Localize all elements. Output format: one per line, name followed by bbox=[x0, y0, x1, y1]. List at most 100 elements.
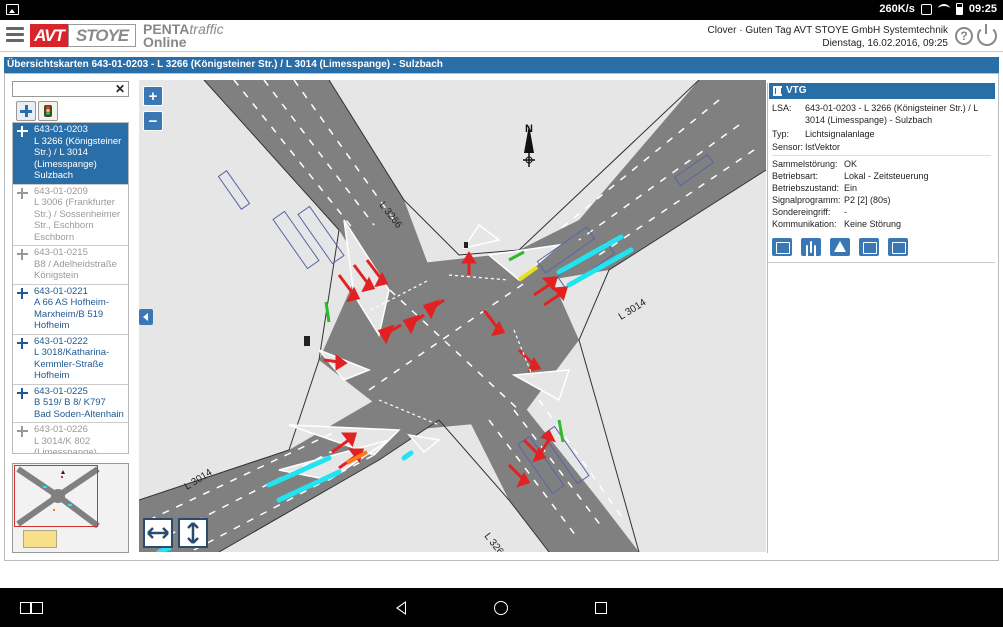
info-row: Signalprogramm: P2 [2] (80s) bbox=[768, 194, 995, 206]
controller-icon bbox=[773, 86, 782, 96]
fit-width-button[interactable] bbox=[143, 518, 173, 548]
site-id: 643-01-0221 bbox=[34, 285, 88, 297]
collapse-sidebar-button[interactable] bbox=[139, 309, 153, 325]
gallery-notification-icon bbox=[6, 4, 19, 15]
info-separator bbox=[772, 155, 991, 156]
site-description-line: Sulzbach bbox=[34, 170, 74, 181]
greeting-user: Clover · Guten Tag AVT STOYE GmbH System… bbox=[707, 25, 948, 36]
app-header: AVT STOYE PENTAtraffic Online Clover · G… bbox=[0, 20, 1003, 52]
overview-icon[interactable] bbox=[595, 602, 607, 614]
greeting: Clover · Guten Tag AVT STOYE GmbH System… bbox=[708, 24, 948, 50]
list-item[interactable]: 643-01-0226 L 3014/K 802 (Limesspange) bbox=[13, 423, 128, 453]
vertical-arrows-icon bbox=[187, 522, 199, 544]
site-description-line: B8 / Adelheidstraße bbox=[34, 258, 117, 270]
site-id: 643-01-0209 bbox=[34, 185, 88, 197]
hamburger-menu-icon[interactable] bbox=[6, 27, 24, 43]
intersection-icon bbox=[17, 249, 28, 260]
legend-card bbox=[23, 530, 57, 548]
back-icon[interactable] bbox=[396, 601, 406, 615]
site-description-line: L 3014/K 802 bbox=[34, 435, 91, 447]
site-description-line: Bad Soden-Altenhain bbox=[34, 408, 124, 420]
logo-stoye: STOYE bbox=[68, 24, 136, 47]
info-row-label: Betriebsart: bbox=[772, 171, 819, 181]
site-id: 643-01-0203 bbox=[34, 124, 88, 135]
site-description-line: Königstein bbox=[34, 270, 79, 281]
signal-plan-button[interactable] bbox=[801, 238, 821, 256]
info-row-value: Lokal - Zeitsteuerung bbox=[844, 171, 929, 181]
greeting-date: Dienstag, 16.02.2016, 09:25 bbox=[822, 38, 948, 49]
overview-minimap[interactable] bbox=[12, 463, 129, 553]
wifi-icon bbox=[937, 4, 950, 14]
site-description-line: Str.) / L 3014 bbox=[34, 147, 89, 158]
list-item[interactable]: 643-01-0209 L 3006 (Frankfurter Str.) / So… bbox=[13, 185, 128, 246]
product-traffic: traffic bbox=[189, 21, 224, 37]
list-item[interactable]: 643-01-0221 A 66 AS Hofheim- Marxheim/B 51… bbox=[13, 285, 128, 335]
network-speed: 260K/s bbox=[879, 3, 915, 15]
list-item[interactable]: 643-01-0203 L 3266 (Königsteiner Str.) / L… bbox=[13, 123, 128, 185]
info-header: VTG bbox=[769, 83, 995, 99]
data-saver-icon bbox=[920, 3, 932, 15]
logo-avt: AVT bbox=[30, 24, 68, 47]
site-description-line: Marxheim/B 519 bbox=[34, 308, 104, 320]
intersection-map[interactable]: N L 3266 L 3014 L 3014 L 3266 + − bbox=[139, 80, 766, 552]
info-row: Betriebsart: Lokal - Zeitsteuerung bbox=[768, 170, 995, 182]
site-id: 643-01-0222 bbox=[34, 335, 88, 347]
android-nav-bar bbox=[0, 588, 1003, 627]
search-input[interactable]: ✕ bbox=[12, 81, 129, 97]
product-online: Online bbox=[143, 34, 187, 50]
site-description-line: A 66 AS Hofheim- bbox=[34, 297, 109, 308]
power-logout-icon[interactable] bbox=[977, 24, 997, 46]
traffic-light-filter-button[interactable] bbox=[38, 101, 58, 121]
info-row: Sondereingriff: - bbox=[768, 206, 995, 218]
info-row: Betriebszustand: Ein bbox=[768, 182, 995, 194]
intersection-filter-button[interactable] bbox=[16, 101, 36, 121]
list-item[interactable]: 643-01-0225 B 519/ B 8/ K797 Bad Soden-Alt… bbox=[13, 385, 128, 423]
info-title: VTG bbox=[786, 85, 807, 96]
split-screen-icon[interactable] bbox=[20, 602, 43, 614]
sidebar: ✕ 643-01-0203 L 3266 (Königsteiner Str.) /… bbox=[8, 80, 132, 556]
info-sensor: Sensor: IstVektor bbox=[768, 141, 995, 153]
site-description-line: L 3266 (Königsteiner bbox=[34, 135, 122, 147]
info-lsa: LSA: 643-01-0203 - L 3266 (Königsteiner … bbox=[768, 102, 995, 126]
sidebar-toolbar bbox=[16, 101, 58, 121]
info-typ: Typ: Lichtsignalanlage bbox=[768, 128, 995, 140]
site-description-line: L 3018/Katharina- bbox=[34, 347, 110, 358]
site-description-line: Str.) / Sossenheimer bbox=[34, 208, 121, 220]
fit-height-button[interactable] bbox=[178, 518, 208, 548]
zoom-out-button[interactable]: − bbox=[143, 111, 163, 131]
info-divider bbox=[768, 262, 995, 263]
site-id: 643-01-0215 bbox=[34, 247, 88, 258]
site-description-line: Eschborn bbox=[34, 231, 75, 243]
viewport-frame bbox=[14, 465, 98, 527]
settings-button[interactable] bbox=[859, 238, 879, 256]
intersection-icon bbox=[17, 126, 28, 137]
site-description-line: L 3006 (Frankfurter bbox=[34, 197, 115, 208]
info-row-value: OK bbox=[844, 159, 858, 169]
north-label: N bbox=[525, 123, 533, 135]
info-row-label: Signalprogramm: bbox=[772, 195, 841, 205]
site-description-line: (Limesspange) bbox=[34, 158, 97, 170]
site-description-line: B 519/ B 8/ K797 bbox=[34, 397, 106, 408]
list-item[interactable]: 643-01-0215 B8 / Adelheidstraße Königstein bbox=[13, 246, 128, 285]
site-id: 643-01-0225 bbox=[34, 385, 88, 397]
zoom-in-button[interactable]: + bbox=[143, 86, 163, 106]
clock: 09:25 bbox=[968, 3, 997, 15]
warning-button[interactable] bbox=[830, 238, 850, 256]
clear-search-icon[interactable]: ✕ bbox=[115, 82, 125, 96]
chart-button[interactable] bbox=[888, 238, 908, 256]
sensor-label: Sensor: bbox=[772, 142, 804, 152]
status-right: 260K/s 09:25 bbox=[879, 3, 997, 15]
info-row-value: P2 [2] (80s) bbox=[844, 195, 891, 205]
home-icon[interactable] bbox=[494, 601, 508, 615]
road-label-l3014-right: L 3014 bbox=[617, 297, 649, 323]
help-icon[interactable]: ? bbox=[955, 27, 973, 45]
info-row: Sammelstörung: OK bbox=[768, 158, 995, 170]
intersection-view-button[interactable] bbox=[772, 238, 792, 256]
site-description-line: Hofheim bbox=[34, 370, 70, 381]
info-row-label: Sondereingriff: bbox=[772, 207, 831, 217]
sensor-value: IstVektor bbox=[805, 142, 841, 152]
list-item[interactable]: 643-01-0222 L 3018/Katharina- Kemmler-Stra… bbox=[13, 335, 128, 385]
info-row-value: - bbox=[844, 207, 847, 217]
info-status-rows: Sammelstörung: OK Betriebsart: Lokal - Zeit… bbox=[768, 158, 995, 230]
site-description-line: Kemmler-Straße bbox=[34, 358, 104, 370]
